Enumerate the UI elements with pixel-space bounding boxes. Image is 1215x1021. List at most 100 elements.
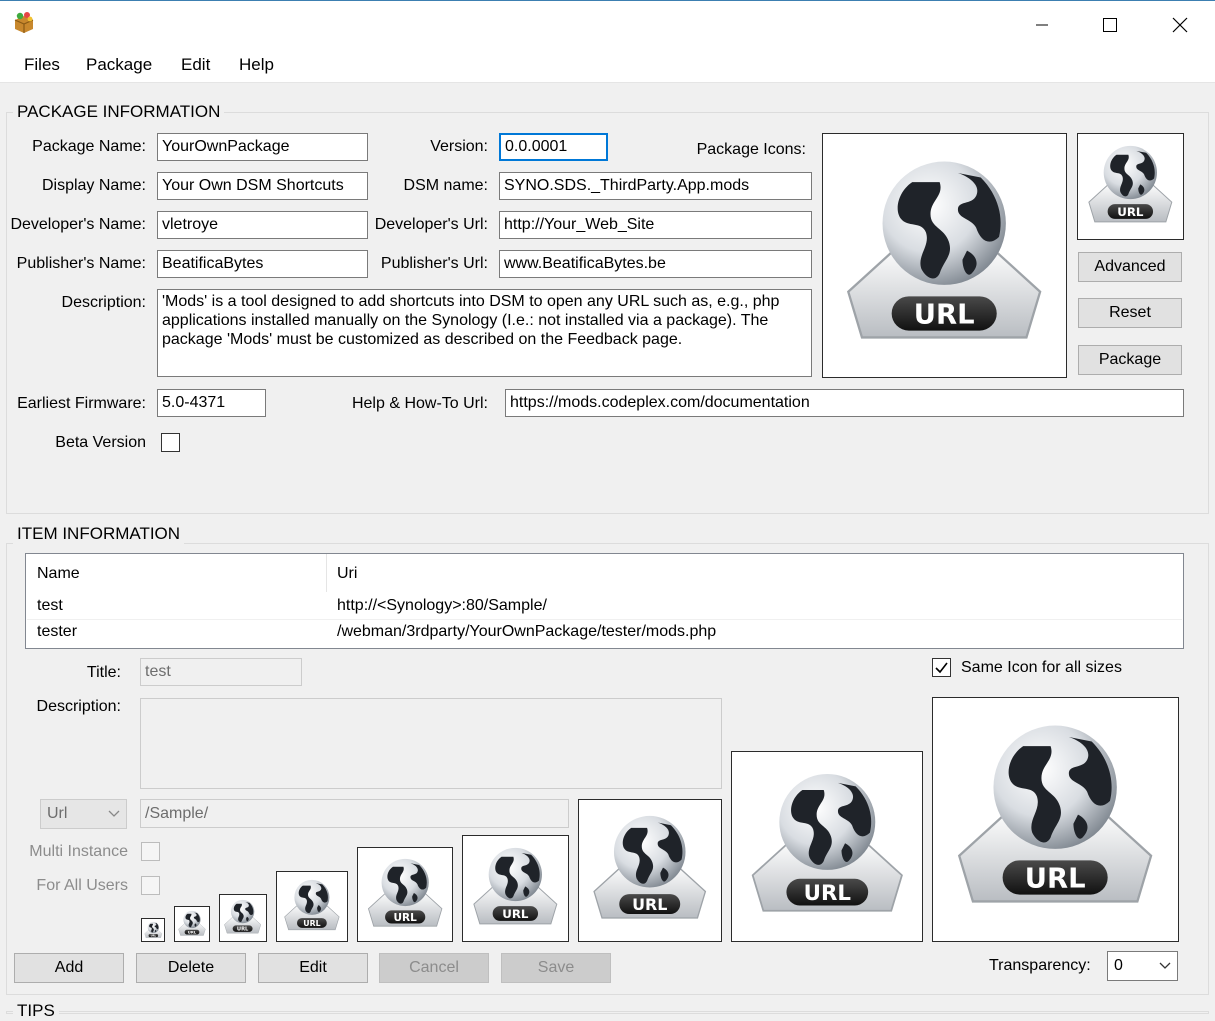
- chevron-down-icon: [1159, 962, 1171, 969]
- earliest-firmware-label: Earliest Firmware:: [17, 395, 146, 412]
- for-all-users-label: For All Users: [36, 877, 128, 894]
- multi-instance-checkbox[interactable]: [141, 842, 160, 861]
- chevron-down-icon: [108, 810, 120, 817]
- column-divider: [326, 554, 327, 592]
- globe-url-icon: [940, 705, 1170, 933]
- package-description-input[interactable]: 'Mods' is a tool designed to add shortcu…: [157, 289, 812, 377]
- same-icon-label: Same Icon for all sizes: [961, 659, 1122, 676]
- publisher-url-label: Publisher's Url:: [380, 255, 488, 272]
- globe-url-icon: [1081, 137, 1180, 236]
- check-icon: [935, 662, 948, 674]
- package-icon-large[interactable]: [822, 133, 1067, 378]
- display-name-input[interactable]: [157, 172, 368, 200]
- publisher-url-input[interactable]: [499, 250, 812, 278]
- developer-url-label: Developer's Url:: [374, 216, 488, 233]
- reset-button[interactable]: Reset: [1078, 298, 1182, 328]
- item-type-value: Url: [47, 805, 68, 822]
- display-name-label: Display Name:: [41, 177, 146, 194]
- edit-button[interactable]: Edit: [258, 953, 368, 983]
- menu-bar: Files Package Edit Help: [0, 47, 1215, 83]
- version-input[interactable]: [499, 133, 608, 161]
- cancel-button[interactable]: Cancel: [379, 953, 489, 983]
- package-name-label: Package Name:: [32, 138, 146, 155]
- maximize-button[interactable]: [1075, 1, 1145, 48]
- globe-url-icon: [830, 141, 1058, 369]
- item-title-input[interactable]: [140, 658, 302, 686]
- menu-help[interactable]: Help: [239, 55, 274, 75]
- package-icons-label: Package Icons:: [696, 141, 806, 158]
- close-button[interactable]: [1145, 1, 1215, 48]
- package-icon-small[interactable]: [1077, 133, 1184, 240]
- save-button[interactable]: Save: [501, 953, 611, 983]
- for-all-users-checkbox[interactable]: [141, 876, 160, 895]
- add-button[interactable]: Add: [14, 953, 124, 983]
- tips-title: TIPS: [13, 1001, 59, 1021]
- help-url-input[interactable]: [505, 389, 1184, 417]
- item-description-input[interactable]: [140, 698, 722, 789]
- package-box-icon: [12, 11, 36, 35]
- dsm-name-input[interactable]: [499, 172, 812, 200]
- beta-version-label: Beta Version: [55, 434, 146, 451]
- package-description-label: Description:: [61, 294, 146, 311]
- help-url-label: Help & How-To Url:: [351, 395, 488, 412]
- item-type-select[interactable]: Url: [40, 799, 127, 829]
- package-button[interactable]: Package: [1078, 345, 1182, 375]
- transparency-label: Transparency:: [989, 957, 1091, 974]
- globe-url-icon: [466, 839, 565, 938]
- table-row[interactable]: test http://<Synology>:80/Sample/: [27, 594, 1182, 619]
- item-icon-24[interactable]: [174, 906, 210, 942]
- earliest-firmware-input[interactable]: [157, 389, 266, 417]
- transparency-value: 0: [1114, 957, 1123, 974]
- item-icon-16[interactable]: [141, 918, 165, 942]
- globe-url-icon: [583, 804, 716, 937]
- publisher-name-label: Publisher's Name:: [16, 255, 146, 272]
- close-icon: [1172, 17, 1188, 32]
- delete-button[interactable]: Delete: [136, 953, 246, 983]
- table-row[interactable]: tester /webman/3rdparty/YourOwnPackage/t…: [27, 619, 1182, 644]
- item-icon-32[interactable]: [219, 894, 267, 942]
- row-name: test: [37, 597, 63, 614]
- globe-url-icon: [361, 851, 449, 938]
- menu-edit[interactable]: Edit: [181, 55, 210, 75]
- transparency-select[interactable]: 0: [1107, 951, 1178, 981]
- maximize-icon: [1103, 17, 1117, 32]
- developer-name-input[interactable]: [157, 211, 368, 239]
- item-title-label: Title:: [86, 664, 121, 681]
- minimize-button[interactable]: [1007, 1, 1077, 48]
- title-bar: [0, 0, 1215, 47]
- menu-files[interactable]: Files: [24, 55, 60, 75]
- row-uri: http://<Synology>:80/Sample/: [337, 597, 547, 614]
- globe-url-icon: [143, 920, 164, 941]
- item-icon-72[interactable]: [462, 835, 569, 942]
- package-information-title: PACKAGE INFORMATION: [13, 102, 225, 122]
- item-icon-256[interactable]: [932, 697, 1179, 942]
- column-header-uri[interactable]: Uri: [337, 565, 357, 583]
- item-information-title: ITEM INFORMATION: [13, 524, 185, 544]
- item-icon-48[interactable]: [276, 871, 348, 942]
- version-label: Version:: [430, 138, 488, 155]
- publisher-name-input[interactable]: [157, 250, 368, 278]
- globe-url-icon: [221, 896, 264, 939]
- same-icon-checkbox[interactable]: [932, 658, 951, 677]
- globe-url-icon: [176, 908, 208, 940]
- column-header-name[interactable]: Name: [37, 565, 80, 583]
- globe-url-icon: [738, 758, 917, 936]
- package-name-input[interactable]: [157, 133, 368, 161]
- developer-name-label: Developer's Name:: [10, 216, 146, 233]
- item-url-input[interactable]: [140, 799, 569, 828]
- row-name: tester: [37, 623, 78, 640]
- row-uri: /webman/3rdparty/YourOwnPackage/tester/m…: [337, 623, 717, 640]
- item-list[interactable]: Name Uri test http://<Synology>:80/Sampl…: [25, 553, 1184, 649]
- developer-url-input[interactable]: [499, 211, 812, 239]
- advanced-button[interactable]: Advanced: [1078, 252, 1182, 282]
- item-icon-64[interactable]: [357, 847, 453, 942]
- multi-instance-label: Multi Instance: [29, 843, 128, 860]
- minimize-icon: [1036, 24, 1048, 25]
- menu-package[interactable]: Package: [86, 55, 152, 75]
- item-description-label: Description:: [36, 698, 121, 715]
- item-icon-128[interactable]: [731, 751, 923, 942]
- dsm-name-label: DSM name:: [403, 177, 488, 194]
- globe-url-icon: [279, 874, 345, 939]
- beta-version-checkbox[interactable]: [161, 433, 180, 452]
- item-icon-96[interactable]: [578, 799, 722, 942]
